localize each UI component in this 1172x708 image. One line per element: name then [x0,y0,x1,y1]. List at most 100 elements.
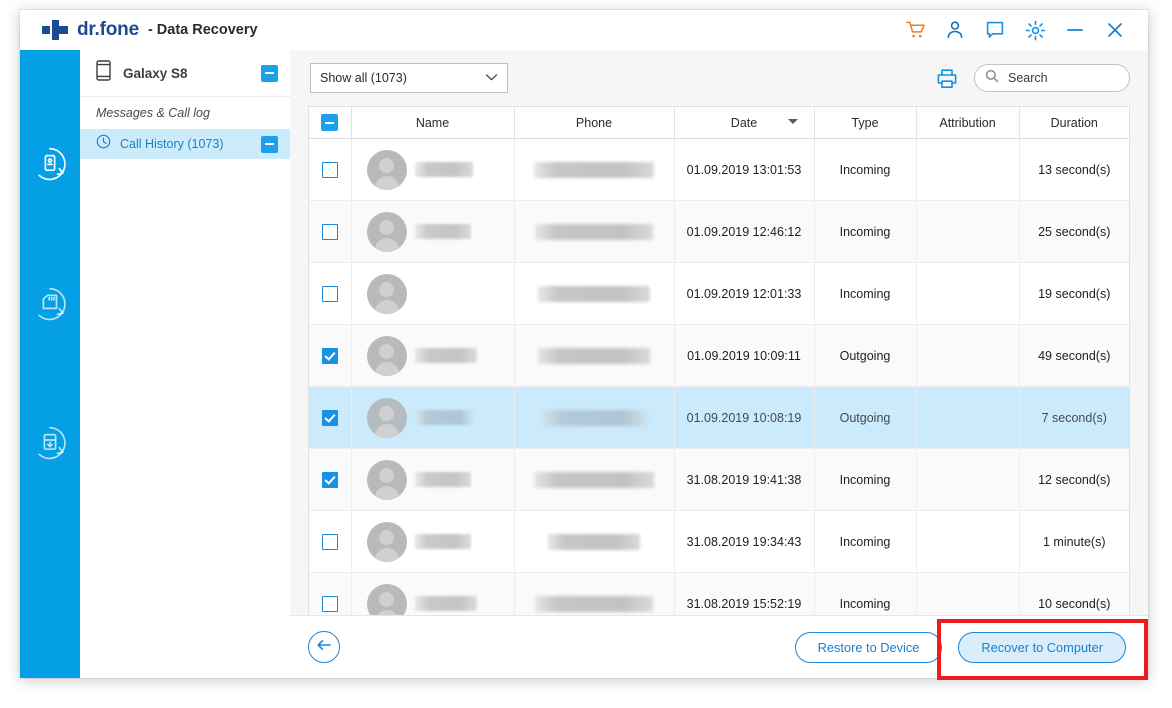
table-row[interactable]: 01.09.2019 10:09:11Outgoing49 second(s) [309,325,1129,387]
module-rail [20,50,80,678]
column-header-name[interactable]: Name [351,107,514,139]
row-checkbox[interactable] [322,410,338,426]
call-history-collapse-toggle[interactable] [261,136,278,153]
row-checkbox-cell [309,511,351,573]
redacted-phone [534,472,654,488]
redacted-name [415,348,477,363]
table-row[interactable]: 01.09.2019 12:46:12Incoming25 second(s) [309,201,1129,263]
filter-select[interactable]: Show all (1073) [310,63,508,93]
row-checkbox-cell [309,201,351,263]
name-cell [351,387,514,449]
date-cell: 01.09.2019 10:09:11 [674,325,814,387]
redacted-name [415,472,471,487]
duration-cell: 12 second(s) [1019,449,1129,511]
redacted-name [415,162,473,177]
table-row[interactable]: 01.09.2019 12:01:33Incoming19 second(s) [309,263,1129,325]
avatar [367,398,407,438]
phone-recovery-icon[interactable] [31,145,69,183]
attribution-cell [916,325,1019,387]
back-button[interactable] [308,631,340,663]
name-cell [351,511,514,573]
sort-descending-icon [788,119,798,124]
column-header-type[interactable]: Type [814,107,916,139]
avatar [367,522,407,562]
column-header-date-label: Date [731,116,757,130]
row-checkbox[interactable] [322,162,338,178]
filter-select-value: Show all (1073) [320,71,407,85]
clock-icon [96,134,111,154]
column-header-phone[interactable]: Phone [514,107,674,139]
search-icon [985,69,999,88]
duration-cell: 10 second(s) [1019,573,1129,617]
row-checkbox[interactable] [322,348,338,364]
device-collapse-toggle[interactable] [261,65,278,82]
row-checkbox-cell [309,263,351,325]
content-toolbar: Show all (1073) [290,50,1148,106]
column-header-duration[interactable]: Duration [1019,107,1129,139]
phone-cell [514,573,674,617]
row-checkbox[interactable] [322,596,338,612]
account-icon[interactable] [944,19,966,41]
table-row[interactable]: 01.09.2019 13:01:53Incoming13 second(s) [309,139,1129,201]
table-row[interactable]: 01.09.2019 10:08:19Outgoing7 second(s) [309,387,1129,449]
row-checkbox[interactable] [322,224,338,240]
restore-to-device-button[interactable]: Restore to Device [795,632,943,663]
redacted-name [415,410,473,425]
print-icon[interactable] [936,67,958,89]
column-header-attribution[interactable]: Attribution [916,107,1019,139]
footer-bar: Restore to Device Recover to Computer [290,615,1148,678]
row-checkbox[interactable] [322,286,338,302]
device-header[interactable]: Galaxy S8 [80,50,290,97]
sdcard-recovery-icon[interactable] [31,285,69,323]
phone-cell [514,511,674,573]
sidebar-item-call-history[interactable]: Call History (1073) [80,129,290,159]
attribution-cell [916,449,1019,511]
footer-actions: Restore to Device Recover to Computer [795,632,1126,663]
row-checkbox[interactable] [322,472,338,488]
name-cell [351,325,514,387]
search-input[interactable] [1006,70,1120,86]
cart-icon[interactable] [904,19,926,41]
feedback-icon[interactable] [984,19,1006,41]
settings-gear-icon[interactable] [1024,19,1046,41]
avatar [367,212,407,252]
date-cell: 31.08.2019 15:52:19 [674,573,814,617]
recover-to-computer-button[interactable]: Recover to Computer [958,632,1126,663]
arrow-left-icon [316,638,332,657]
brand-logo: dr.fone - Data Recovery [42,19,258,41]
avatar [367,336,407,376]
date-cell: 31.08.2019 19:34:43 [674,511,814,573]
minimize-icon[interactable] [1064,19,1086,41]
table-row[interactable]: 31.08.2019 19:41:38Incoming12 second(s) [309,449,1129,511]
call-history-table: Name Phone Date Type Attribution Duratio… [308,106,1130,616]
drfone-logo-icon [42,20,68,40]
date-cell: 01.09.2019 12:01:33 [674,263,814,325]
title-bar: dr.fone - Data Recovery [20,10,1148,50]
phone-cell [514,139,674,201]
row-checkbox[interactable] [322,534,338,550]
avatar [367,274,407,314]
row-checkbox-cell [309,325,351,387]
close-icon[interactable] [1104,19,1126,41]
date-cell: 31.08.2019 19:41:38 [674,449,814,511]
row-checkbox-cell [309,449,351,511]
duration-cell: 25 second(s) [1019,201,1129,263]
redacted-phone [540,410,648,426]
table-row[interactable]: 31.08.2019 19:34:43Incoming1 minute(s) [309,511,1129,573]
redacted-phone [538,348,650,364]
type-cell: Incoming [814,201,916,263]
title-separator: - [148,22,153,38]
backup-recovery-icon[interactable] [31,424,69,462]
duration-cell: 49 second(s) [1019,325,1129,387]
device-name: Galaxy S8 [123,66,188,81]
table-row[interactable]: 31.08.2019 15:52:19Incoming 10 second(s) [309,573,1129,617]
screenshot-root: dr.fone - Data Recovery [0,0,1172,708]
name-cell [351,449,514,511]
module-title: Data Recovery [157,22,258,38]
phone-cell [514,201,674,263]
type-cell: Incoming [814,573,916,617]
select-all-checkbox[interactable] [321,114,338,131]
search-box[interactable] [974,64,1130,92]
row-checkbox-cell [309,139,351,201]
column-header-date[interactable]: Date [674,107,814,139]
